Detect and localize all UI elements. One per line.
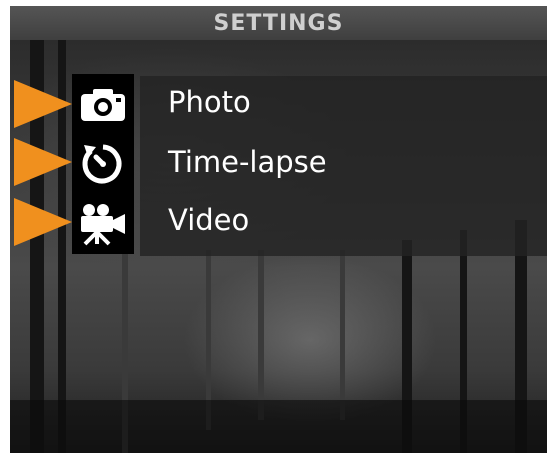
menu-item-label: Time-lapse [168, 145, 327, 179]
menu-item-photo[interactable]: Photo [10, 74, 430, 134]
menu-item-video[interactable]: Video [10, 194, 430, 254]
selection-arrow-icon [14, 80, 72, 128]
tree-trunk [258, 250, 264, 420]
device-screen: SETTINGS Photo Time-lapse Video [10, 6, 547, 453]
screen-title: SETTINGS [213, 10, 344, 36]
selection-arrow-icon [14, 138, 72, 186]
menu-item-time-lapse[interactable]: Time-lapse [10, 134, 430, 194]
time-lapse-icon [72, 134, 134, 194]
title-bar: SETTINGS [10, 6, 547, 40]
tree-trunk [340, 250, 345, 420]
selection-arrow-icon [14, 198, 72, 246]
camera-icon [72, 74, 134, 134]
video-camera-icon [72, 194, 134, 254]
menu-item-label: Photo [168, 85, 251, 119]
menu-item-label: Video [168, 203, 250, 237]
undergrowth [10, 400, 547, 453]
